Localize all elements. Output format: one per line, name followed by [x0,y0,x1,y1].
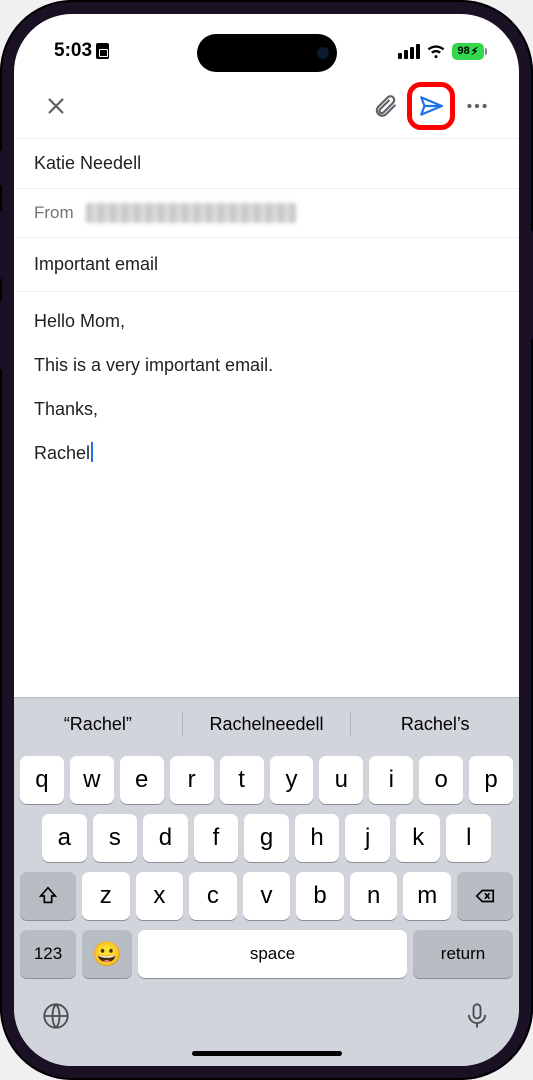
key-row-1: q w e r t y u i o p [20,756,513,804]
key-z[interactable]: z [82,872,130,920]
charging-icon: ⚡︎ [471,45,479,58]
key-t[interactable]: t [220,756,264,804]
key-y[interactable]: y [270,756,314,804]
from-address-redacted [86,203,296,223]
send-button-highlight [407,82,455,130]
suggestion-bar: “Rachel” Rachelneedell Rachel’s [14,698,519,750]
send-button[interactable] [412,87,450,125]
body-line: Rachel [34,440,499,466]
more-button[interactable] [455,84,499,128]
key-i[interactable]: i [369,756,413,804]
body-line: Thanks, [34,396,499,422]
key-h[interactable]: h [295,814,340,862]
key-q[interactable]: q [20,756,64,804]
key-u[interactable]: u [319,756,363,804]
wifi-icon [426,44,446,59]
key-n[interactable]: n [350,872,398,920]
home-indicator[interactable] [192,1051,342,1056]
key-j[interactable]: j [345,814,390,862]
body-line: Hello Mom, [34,308,499,334]
sim-icon [96,43,109,59]
recipient-name: Katie Needell [34,153,141,173]
space-key[interactable]: space [138,930,407,978]
status-time: 5:03 [54,40,92,62]
to-field[interactable]: Katie Needell [14,138,519,189]
key-d[interactable]: d [143,814,188,862]
key-g[interactable]: g [244,814,289,862]
key-m[interactable]: m [403,872,451,920]
return-key[interactable]: return [413,930,513,978]
key-o[interactable]: o [419,756,463,804]
key-f[interactable]: f [194,814,239,862]
backspace-key[interactable] [457,872,513,920]
text-cursor [91,442,93,462]
suggestion[interactable]: Rachelneedell [183,714,351,735]
key-w[interactable]: w [70,756,114,804]
key-s[interactable]: s [93,814,138,862]
key-x[interactable]: x [136,872,184,920]
key-c[interactable]: c [189,872,237,920]
from-field[interactable]: From [14,189,519,238]
close-button[interactable] [34,84,78,128]
key-a[interactable]: a [42,814,87,862]
key-e[interactable]: e [120,756,164,804]
numbers-key[interactable]: 123 [20,930,76,978]
key-b[interactable]: b [296,872,344,920]
key-l[interactable]: l [446,814,491,862]
dynamic-island [197,34,337,72]
cellular-icon [398,44,420,59]
suggestion[interactable]: Rachel’s [351,714,519,735]
attachment-button[interactable] [363,84,407,128]
subject-text: Important email [34,254,158,274]
key-row-3: z x c v b n m [20,872,513,920]
dictation-key[interactable] [463,1002,491,1035]
email-body[interactable]: Hello Mom, This is a very important emai… [14,292,519,500]
body-line: This is a very important email. [34,352,499,378]
emoji-key[interactable]: 😀 [82,930,132,978]
suggestion[interactable]: “Rachel” [14,714,182,735]
key-p[interactable]: p [469,756,513,804]
compose-toolbar [14,74,519,138]
globe-key[interactable] [42,1002,70,1035]
key-row-4: 123 😀 space return [20,930,513,978]
key-k[interactable]: k [396,814,441,862]
from-label: From [34,203,74,223]
iphone-frame: 5:03 98⚡︎ [0,0,533,1080]
battery-indicator: 98⚡︎ [452,43,487,60]
shift-key[interactable] [20,872,76,920]
keyboard: “Rachel” Rachelneedell Rachel’s q w e r … [14,697,519,1066]
key-row-2: a s d f g h j k l [20,814,513,862]
subject-field[interactable]: Important email [14,238,519,292]
screen: 5:03 98⚡︎ [14,14,519,1066]
key-v[interactable]: v [243,872,291,920]
key-r[interactable]: r [170,756,214,804]
